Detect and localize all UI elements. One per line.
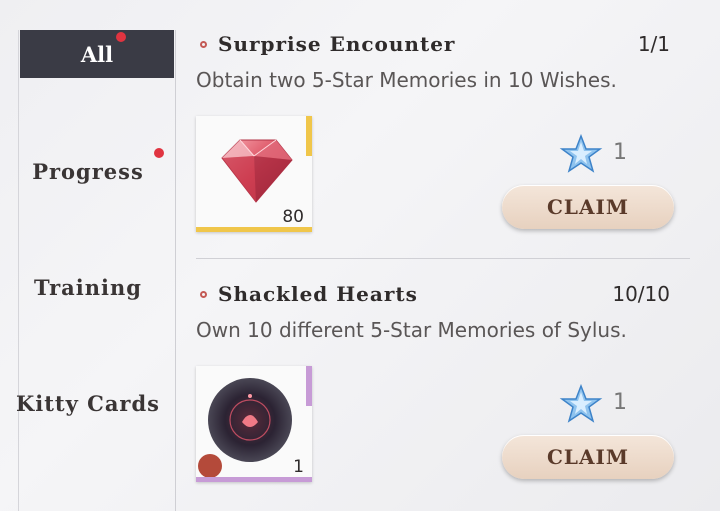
task-header: Shackled Hearts 10/10 — [196, 282, 690, 312]
item-quantity: 80 — [282, 207, 304, 227]
notification-dot — [116, 32, 126, 42]
leaf-badge-icon — [198, 454, 222, 478]
claim-button[interactable]: CLAIM — [502, 185, 674, 229]
reward-count: 1 — [613, 140, 627, 165]
rarity-bar — [196, 227, 312, 232]
row-divider — [196, 258, 690, 259]
rarity-bar — [196, 477, 312, 482]
tab-training[interactable]: Training — [0, 262, 176, 312]
task-header: Surprise Encounter 1/1 — [196, 32, 690, 62]
task-progress: 1/1 — [637, 32, 670, 56]
reward-item-card[interactable]: 1 — [196, 366, 312, 482]
task-description: Obtain two 5-Star Memories in 10 Wishes. — [196, 68, 617, 92]
task-description: Own 10 different 5-Star Memories of Sylu… — [196, 318, 627, 342]
bullet-icon — [200, 41, 207, 48]
task-card: Surprise Encounter 1/1 Obtain two 5-Star… — [196, 32, 690, 257]
notification-dot — [154, 148, 164, 158]
tab-kitty-cards[interactable]: Kitty Cards — [0, 378, 176, 428]
reward-item-card[interactable]: 80 — [196, 116, 312, 232]
rarity-tag — [306, 366, 312, 406]
item-quantity: 1 — [293, 457, 304, 477]
tab-kitty-cards-label: Kitty Cards — [15, 390, 161, 416]
tab-progress[interactable]: Progress — [0, 146, 176, 196]
claim-button[interactable]: CLAIM — [502, 435, 674, 479]
tab-all[interactable]: All — [20, 30, 174, 78]
tab-all-label: All — [80, 41, 114, 67]
reward-count: 1 — [613, 390, 627, 415]
task-card: Shackled Hearts 10/10 Own 10 different 5… — [196, 282, 690, 511]
task-title: Surprise Encounter — [218, 32, 456, 56]
reward-indicator: 1 — [558, 133, 678, 174]
blue-star-icon — [559, 383, 603, 423]
bullet-icon — [200, 291, 207, 298]
task-title: Shackled Hearts — [218, 282, 418, 306]
task-progress: 10/10 — [612, 282, 670, 306]
rarity-tag — [306, 116, 312, 156]
tab-training-label: Training — [34, 274, 142, 300]
tab-progress-label: Progress — [32, 158, 144, 184]
blue-star-icon — [559, 133, 603, 173]
sidebar: All Progress Training Kitty Cards — [0, 0, 176, 511]
reward-indicator: 1 — [558, 383, 678, 424]
